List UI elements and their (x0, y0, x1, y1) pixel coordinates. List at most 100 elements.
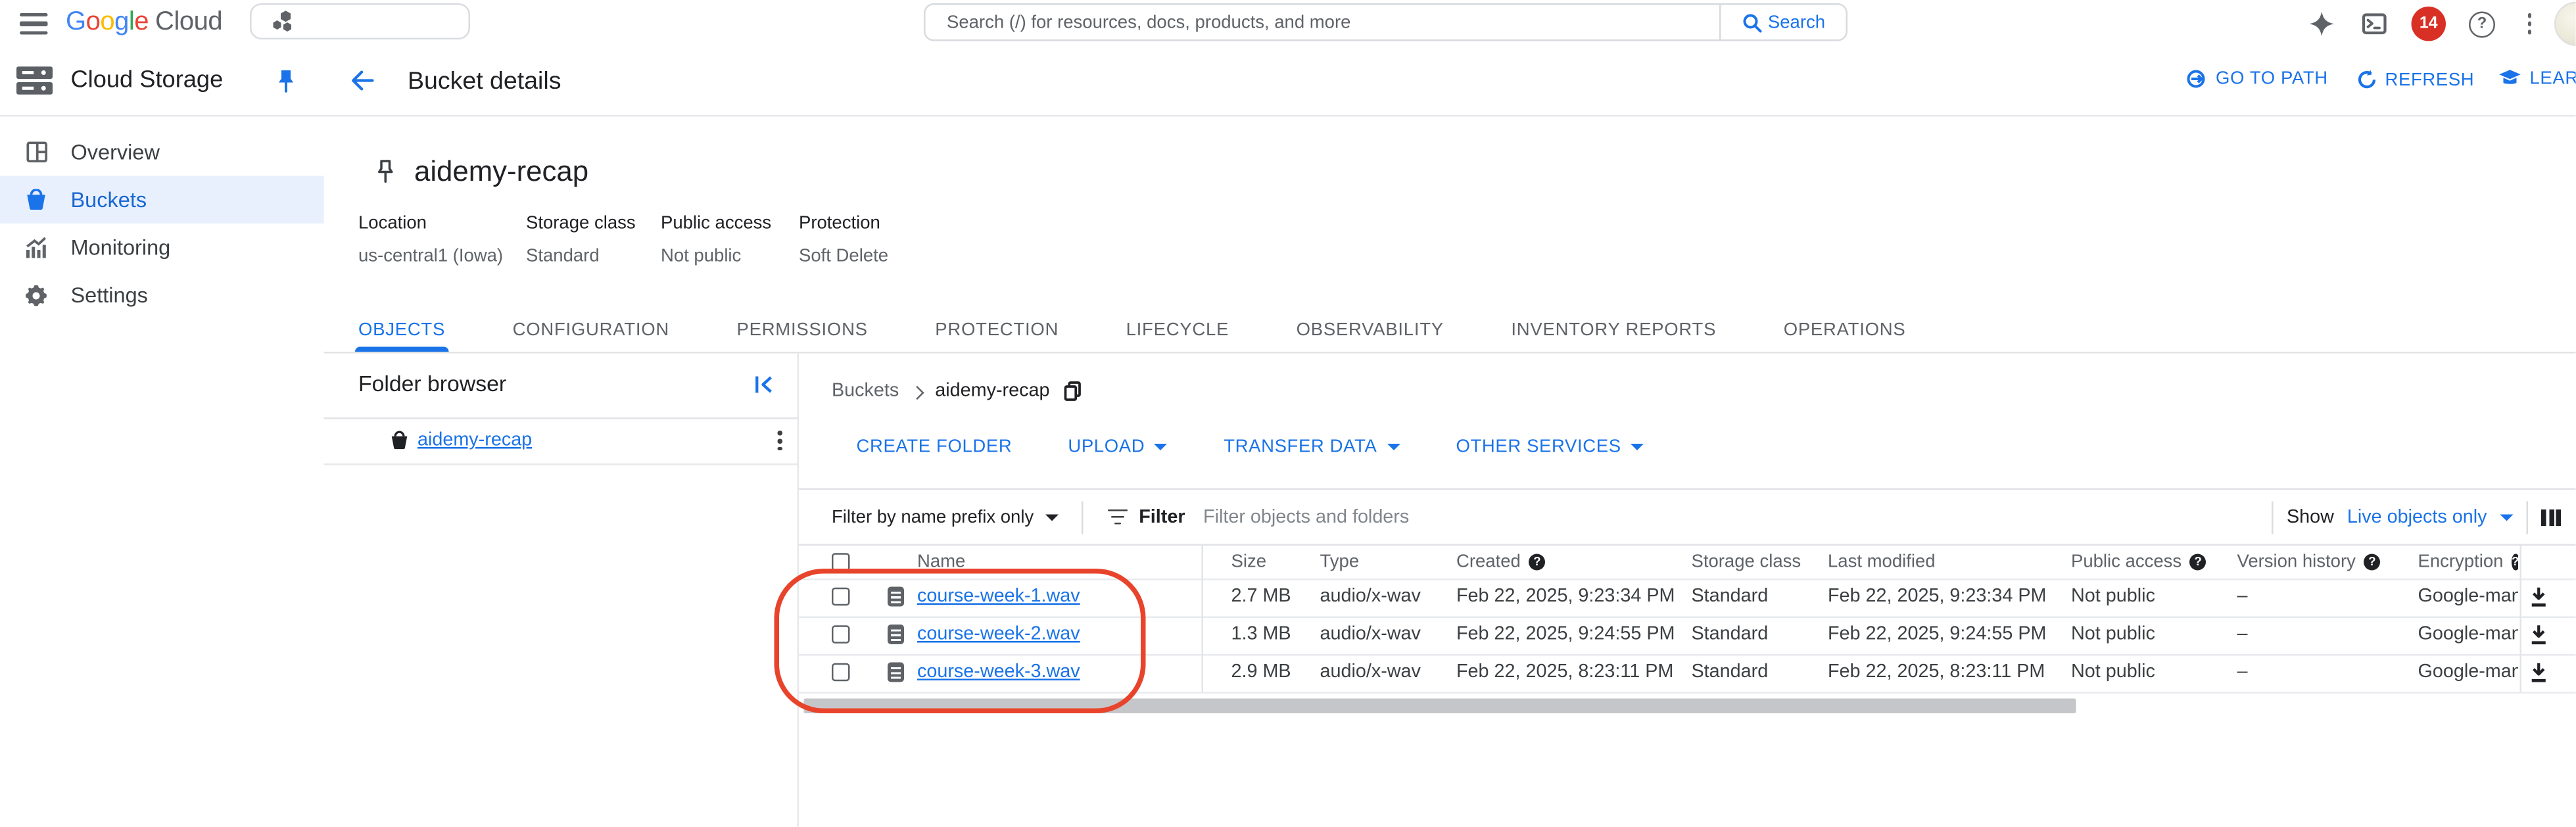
more-options-icon[interactable] (2518, 0, 2541, 48)
tab-inventory-reports[interactable]: INVENTORY REPORTS (1511, 309, 1716, 352)
object-public-access: Not public (2071, 586, 2155, 607)
download-icon[interactable] (2528, 661, 2550, 683)
column-display-icon[interactable] (2541, 508, 2562, 525)
pin-icon[interactable] (276, 69, 296, 94)
help-icon[interactable] (2189, 553, 2206, 570)
object-encryption: Google-mana (2418, 625, 2519, 644)
table-row[interactable]: course-week-1.wav 2.7 MB audio/x-wav Feb… (799, 578, 2576, 617)
tab-permissions[interactable]: PERMISSIONS (737, 309, 868, 352)
sidebar-nav: Overview Buckets Monitoring Settings (0, 128, 324, 319)
folder-browser-header: Folder browser (323, 354, 798, 419)
column-header-version-history[interactable]: Version history (2237, 552, 2381, 571)
sidebar: Cloud Storage Overview Buckets Monitorin… (0, 47, 325, 827)
object-link[interactable]: course-week-2.wav (917, 625, 1080, 644)
column-header-created[interactable]: Created (1456, 552, 1546, 572)
logo-cloud-text: Cloud (155, 8, 223, 37)
object-public-access: Not public (2071, 625, 2155, 644)
help-icon[interactable] (2511, 553, 2518, 570)
learn-button[interactable]: LEARN (2498, 69, 2576, 89)
column-header-size[interactable]: Size (1231, 552, 1267, 571)
gemini-sparkle-icon[interactable] (2304, 0, 2337, 48)
object-size: 1.3 MB (1231, 625, 1291, 644)
refresh-button[interactable]: REFRESH (2357, 69, 2474, 91)
sidebar-item-settings[interactable]: Settings (0, 272, 324, 319)
tab-operations[interactable]: OPERATIONS (1784, 309, 1906, 352)
go-to-path-button[interactable]: GO TO PATH (2186, 69, 2328, 89)
notifications-badge[interactable]: 14 (2410, 0, 2448, 48)
copy-icon[interactable] (1062, 381, 1081, 401)
cloud-shell-icon[interactable] (2357, 0, 2390, 48)
sidebar-item-overview[interactable]: Overview (0, 128, 324, 176)
meta-value: Standard (526, 247, 600, 266)
search-button[interactable]: Search (1719, 5, 1846, 39)
tab-lifecycle[interactable]: LIFECYCLE (1126, 309, 1229, 352)
chevron-down-icon (1155, 444, 1168, 450)
column-label: Created (1456, 552, 1521, 572)
hamburger-menu-icon[interactable] (20, 13, 48, 35)
help-icon[interactable] (2364, 553, 2381, 570)
column-label: Public access (2071, 552, 2182, 572)
logo-letter: G (66, 8, 86, 37)
filter-bar: Filter by name prefix only Filter Filter… (799, 488, 2576, 546)
bucket-link[interactable]: aidemy-recap (417, 431, 532, 450)
row-checkbox[interactable] (832, 625, 850, 644)
object-link[interactable]: course-week-1.wav (917, 587, 1080, 607)
avatar[interactable] (2554, 1, 2576, 46)
folder-browser-title: Folder browser (358, 371, 507, 396)
tab-observability[interactable]: OBSERVABILITY (1297, 309, 1444, 352)
logo-letter: l (128, 8, 135, 37)
upload-button[interactable]: UPLOAD (1068, 437, 1168, 457)
object-version-history: – (2237, 586, 2248, 607)
collapse-panel-icon[interactable] (755, 375, 775, 394)
column-label: Encryption (2418, 552, 2504, 572)
meta-label: Storage class (526, 214, 636, 233)
column-header-type[interactable]: Type (1320, 552, 1360, 571)
help-icon[interactable] (1529, 553, 1546, 570)
breadcrumb: Buckets aidemy-recap (832, 381, 1081, 401)
filter-prefix-dropdown[interactable]: Filter by name prefix only (832, 507, 1059, 527)
other-services-button[interactable]: OTHER SERVICES (1456, 437, 1644, 457)
download-icon[interactable] (2528, 586, 2550, 607)
column-header-name[interactable]: Name (917, 552, 965, 571)
filter-prefix-label: Filter by name prefix only (832, 507, 1034, 527)
show-filter-dropdown[interactable]: Live objects only (2347, 507, 2487, 527)
search-input[interactable] (925, 5, 1719, 39)
column-header-last-modified[interactable]: Last modified (1828, 552, 1936, 571)
column-header-public-access[interactable]: Public access (2071, 552, 2206, 571)
back-arrow-icon[interactable] (350, 69, 375, 92)
help-icon[interactable] (2468, 0, 2497, 48)
sidebar-item-monitoring[interactable]: Monitoring (0, 224, 324, 272)
column-label: Version history (2237, 552, 2356, 572)
object-created: Feb 22, 2025, 9:23:34 PM (1456, 586, 1675, 607)
gear-icon (23, 283, 49, 306)
refresh-icon (2358, 70, 2376, 89)
tab-protection[interactable]: PROTECTION (935, 309, 1059, 352)
objects-panel: Buckets aidemy-recap CREATE FOLDER UPLOA… (799, 354, 2576, 827)
table-row[interactable]: course-week-2.wav 1.3 MB audio/x-wav Feb… (799, 615, 2576, 655)
audio-file-icon (888, 586, 904, 607)
chevron-down-icon (1387, 444, 1400, 450)
download-icon[interactable] (2528, 624, 2550, 646)
learn-label: LEARN (2529, 69, 2576, 89)
row-checkbox[interactable] (832, 587, 850, 606)
project-selector[interactable] (250, 3, 470, 39)
tab-objects[interactable]: OBJECTS (355, 309, 448, 352)
object-storage-class: Standard (1691, 586, 1769, 607)
sidebar-item-buckets[interactable]: Buckets (0, 176, 324, 224)
column-header-encryption[interactable]: Encryption (2418, 552, 2518, 572)
select-all-checkbox[interactable] (832, 552, 850, 571)
breadcrumb-buckets[interactable]: Buckets (832, 381, 899, 401)
row-checkbox[interactable] (832, 663, 850, 682)
tab-configuration[interactable]: CONFIGURATION (513, 309, 669, 352)
object-type: audio/x-wav (1320, 625, 1421, 644)
table-row[interactable]: course-week-3.wav 2.9 MB audio/x-wav Feb… (799, 653, 2576, 693)
horizontal-scrollbar[interactable] (803, 698, 2076, 713)
row-more-options-icon[interactable] (778, 431, 782, 451)
filter-objects-input[interactable]: Filter objects and folders (1203, 507, 2272, 527)
transfer-data-button[interactable]: TRANSFER DATA (1224, 437, 1400, 457)
create-folder-button[interactable]: CREATE FOLDER (857, 437, 1013, 457)
object-link[interactable]: course-week-3.wav (917, 663, 1080, 682)
folder-browser-bucket-row[interactable]: aidemy-recap (323, 419, 798, 465)
column-header-storage-class[interactable]: Storage class (1692, 552, 1801, 571)
column-divider (2519, 546, 2521, 692)
